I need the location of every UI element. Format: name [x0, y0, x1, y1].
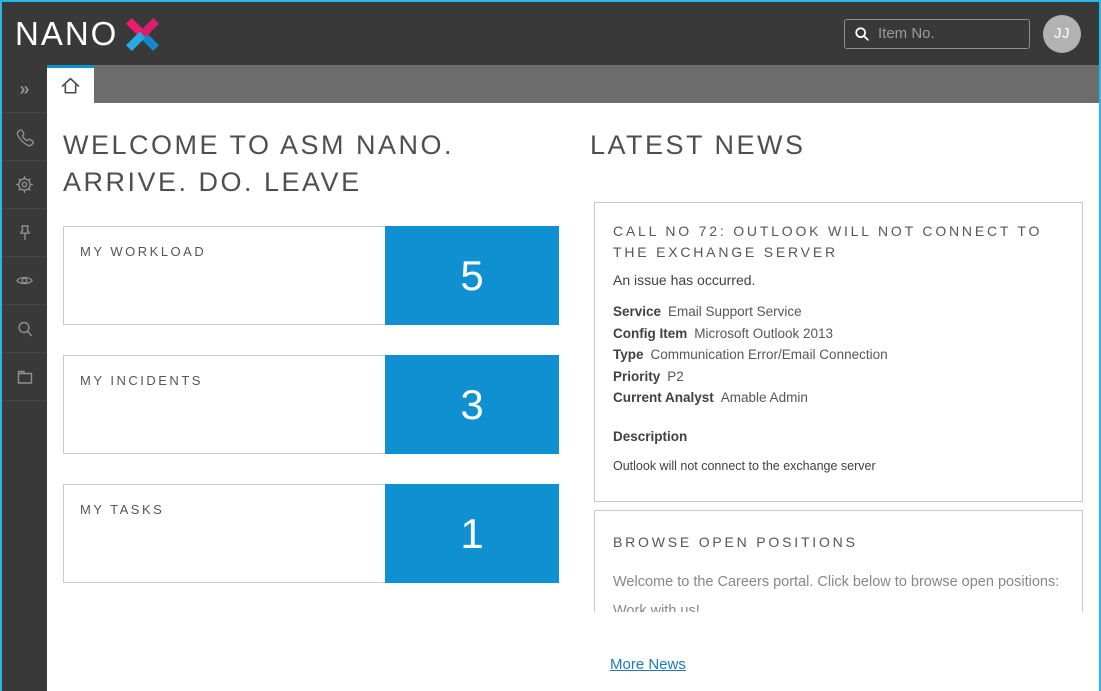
window-icon — [15, 367, 35, 387]
sidebar-item-windows[interactable] — [2, 353, 47, 401]
pin-icon — [15, 223, 35, 243]
item-search-box[interactable] — [844, 19, 1030, 49]
news-item-call-72[interactable]: CALL NO 72: OUTLOOK WILL NOT CONNECT TO … — [594, 202, 1083, 502]
field-current-analyst: Current Analyst Amable Admin — [613, 387, 1064, 409]
field-type-value: Communication Error/Email Connection — [651, 347, 888, 362]
sidebar-item-settings[interactable] — [2, 161, 47, 209]
my-workload-label: MY WORKLOAD — [80, 244, 206, 259]
news-item-title: CALL NO 72: OUTLOOK WILL NOT CONNECT TO … — [613, 221, 1064, 263]
gear-icon — [14, 174, 35, 195]
welcome-heading-line1: WELCOME TO ASM NANO. — [63, 127, 588, 164]
phone-icon — [15, 127, 35, 147]
eye-icon — [14, 270, 35, 291]
description-label: Description — [613, 429, 1064, 444]
latest-news-heading: LATEST NEWS — [590, 127, 806, 164]
field-config-item: Config Item Microsoft Outlook 2013 — [613, 323, 1064, 345]
my-workload-card[interactable]: MY WORKLOAD 5 — [63, 226, 559, 325]
my-workload-count: 5 — [385, 226, 559, 325]
my-tasks-label: MY TASKS — [80, 502, 164, 517]
news-item-intro: An issue has occurred. — [613, 272, 1064, 288]
field-priority-value: P2 — [667, 369, 684, 384]
nano-logo-text: NANO — [15, 17, 118, 50]
main-content: WELCOME TO ASM NANO. ARRIVE. DO. LEAVE L… — [47, 103, 1099, 691]
field-service: Service Email Support Service — [613, 301, 1064, 323]
nano-x-logo-icon — [126, 17, 159, 52]
left-sidebar: » — [2, 65, 47, 691]
news-item-title: BROWSE OPEN POSITIONS — [613, 532, 1064, 553]
field-priority: Priority P2 — [613, 366, 1064, 388]
field-type: Type Communication Error/Email Connection — [613, 344, 1064, 366]
field-config-item-label: Config Item — [613, 326, 687, 341]
search-icon — [15, 319, 35, 339]
call-detail-fields: Service Email Support Service Config Item… — [613, 301, 1064, 409]
field-current-analyst-value: Amable Admin — [721, 390, 808, 405]
careers-teaser-text: Work with us! — [613, 603, 1064, 612]
sidebar-expand-button[interactable]: » — [2, 65, 47, 113]
asm-nano-window: NANO — [2, 2, 1099, 691]
welcome-heading-line2: ARRIVE. DO. LEAVE — [63, 164, 588, 201]
welcome-heading: WELCOME TO ASM NANO. ARRIVE. DO. LEAVE — [63, 127, 588, 201]
workload-cards: MY WORKLOAD 5 MY INCIDENTS 3 MY TASKS 1 — [63, 226, 559, 613]
news-item-open-positions[interactable]: BROWSE OPEN POSITIONS Welcome to the Car… — [594, 510, 1083, 612]
user-avatar[interactable]: JJ — [1043, 15, 1081, 53]
field-type-label: Type — [613, 347, 644, 362]
sidebar-item-calls[interactable] — [2, 113, 47, 161]
nano-logo: NANO — [15, 16, 159, 52]
my-incidents-label: MY INCIDENTS — [80, 373, 203, 388]
home-icon — [59, 74, 82, 97]
my-tasks-count: 1 — [385, 484, 559, 583]
top-bar: NANO — [2, 2, 1099, 65]
my-incidents-card[interactable]: MY INCIDENTS 3 — [63, 355, 559, 454]
tab-strip — [47, 65, 1099, 103]
careers-body-text: Welcome to the Careers portal. Click bel… — [613, 574, 1064, 590]
sidebar-item-search[interactable] — [2, 305, 47, 353]
news-list: CALL NO 72: OUTLOOK WILL NOT CONNECT TO … — [594, 202, 1083, 612]
sidebar-item-watch[interactable] — [2, 257, 47, 305]
my-incidents-count: 3 — [385, 355, 559, 454]
field-service-value: Email Support Service — [668, 304, 802, 319]
more-news-link[interactable]: More News — [610, 656, 686, 673]
search-icon — [854, 26, 870, 42]
field-config-item-value: Microsoft Outlook 2013 — [694, 326, 833, 341]
item-number-input[interactable] — [878, 25, 1020, 42]
topbar-right-group: JJ — [844, 15, 1099, 53]
field-current-analyst-label: Current Analyst — [613, 390, 714, 405]
description-text: Outlook will not connect to the exchange… — [613, 459, 1064, 473]
sidebar-item-pinned[interactable] — [2, 209, 47, 257]
field-service-label: Service — [613, 304, 661, 319]
my-tasks-card[interactable]: MY TASKS 1 — [63, 484, 559, 583]
tab-home[interactable] — [47, 65, 94, 103]
field-priority-label: Priority — [613, 369, 660, 384]
double-chevron-right-icon: » — [19, 80, 29, 98]
